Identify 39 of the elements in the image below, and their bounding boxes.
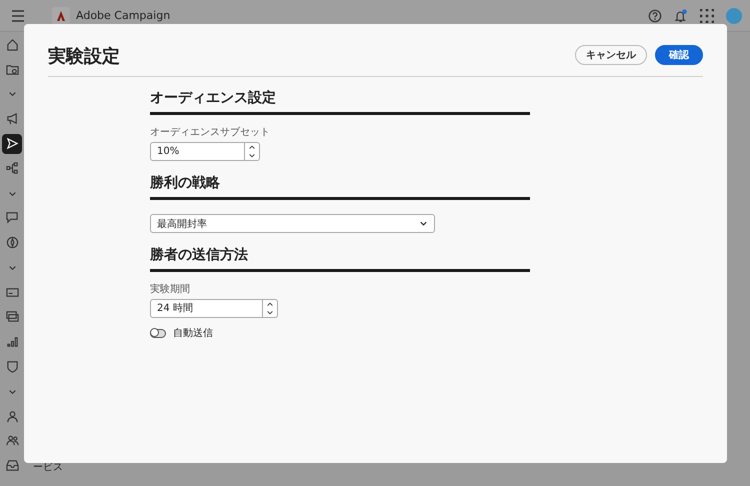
- dropdown[interactable]: 最高開封率: [150, 214, 435, 233]
- person-icon: [6, 410, 18, 423]
- section-heading: 勝利の戦略: [150, 174, 221, 193]
- section-heading: オーディエンス設定: [150, 88, 277, 108]
- increment-icon[interactable]: [248, 144, 256, 150]
- field-label: 実験期間: [150, 282, 191, 296]
- increment-icon[interactable]: [266, 301, 274, 308]
- inbox-icon: [6, 459, 18, 472]
- compass-icon: [6, 236, 18, 250]
- bell-icon[interactable]: [674, 8, 688, 22]
- logo-icon: [52, 6, 70, 24]
- decrement-icon[interactable]: [266, 310, 274, 316]
- megaphone-icon: [6, 112, 18, 126]
- number-field[interactable]: 24 時間: [150, 299, 263, 318]
- menu-icon[interactable]: [11, 8, 25, 22]
- hierarchy-icon: [6, 162, 18, 175]
- toggle-switch[interactable]: [150, 328, 166, 338]
- apps-grid-icon[interactable]: [700, 8, 714, 22]
- toggle-label: 自動送信: [173, 327, 213, 340]
- field-label: オーディエンスサブセット: [150, 126, 271, 139]
- send-icon: [6, 137, 18, 150]
- confirm-button[interactable]: 確認: [655, 45, 703, 65]
- app-title: Adobe Campaign: [76, 9, 170, 22]
- folder-icon: [6, 62, 18, 76]
- sidebar-item[interactable]: [2, 134, 22, 154]
- dialog-title: 実験設定: [48, 45, 120, 68]
- shield-icon: [6, 360, 18, 374]
- chart-icon: [6, 335, 18, 348]
- cards-icon: [6, 310, 18, 324]
- chevron-down-icon: [419, 220, 428, 226]
- people-icon: [6, 434, 18, 448]
- section-heading: 勝者の送信方法: [150, 246, 249, 265]
- cancel-button[interactable]: キャンセル: [575, 45, 647, 65]
- card-icon: [6, 286, 18, 299]
- home-icon: [6, 38, 18, 51]
- number-field[interactable]: 10%: [150, 142, 245, 161]
- help-icon[interactable]: [648, 8, 662, 22]
- decrement-icon[interactable]: [248, 152, 256, 159]
- chat-icon: [6, 211, 18, 224]
